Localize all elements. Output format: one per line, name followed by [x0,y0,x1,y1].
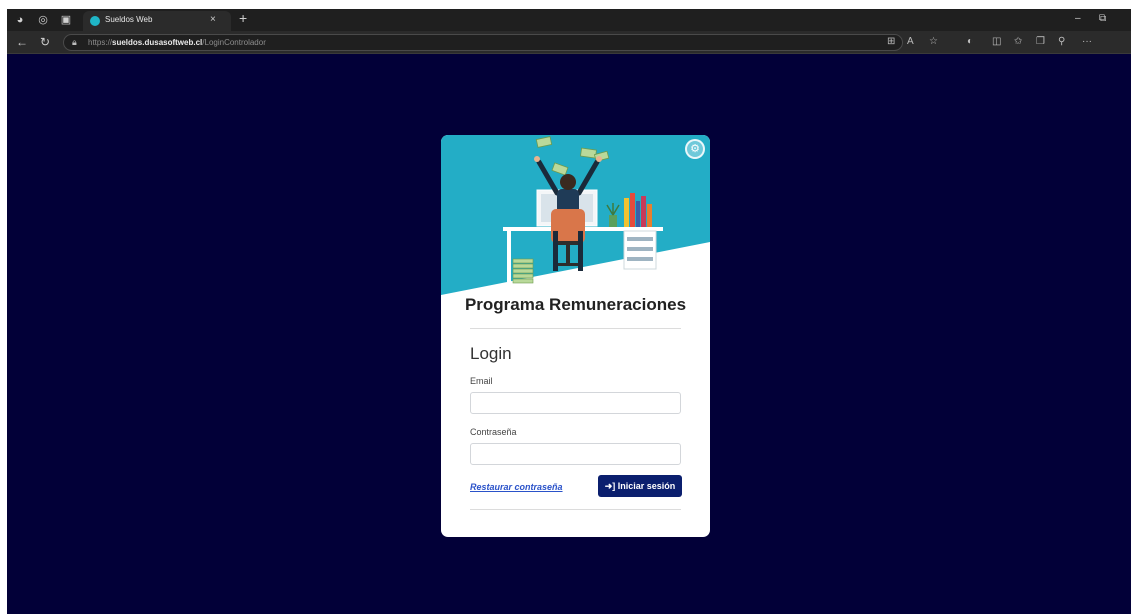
password-label: Contraseña [470,427,517,437]
login-heading: Login [470,344,512,363]
settings-gear-icon[interactable]: ⚙ [685,139,705,159]
tab-close-button[interactable]: × [210,14,216,25]
footer-divider [470,509,681,510]
tab-actions-icon[interactable]: ▣ [59,13,73,27]
email-field[interactable] [470,392,681,414]
sign-in-icon: ➜] [604,481,616,491]
minimize-button[interactable]: – [1075,13,1081,24]
url-host: sueldos.dusasoftweb.cl [112,38,203,47]
title-divider [470,328,681,329]
url-text: https://sueldos.dusasoftweb.cl/LoginCont… [88,38,266,47]
favorite-star-icon[interactable]: ☆ [929,36,938,47]
address-bar: ← ↻ 🔒︎ https://sueldos.dusasoftweb.cl/Lo… [7,31,1131,54]
workspaces-icon[interactable]: ◎ [36,13,50,27]
restore-button[interactable]: ⧉ [1099,13,1106,24]
more-menu-icon[interactable]: ··· [1082,36,1092,47]
url-field[interactable]: 🔒︎ https://sueldos.dusasoftweb.cl/LoginC… [63,34,903,51]
email-label: Email [470,376,493,386]
copilot-icon[interactable]: ◐ [967,36,973,47]
login-button[interactable]: ➜] Iniciar sesión [598,475,682,497]
new-tab-button[interactable]: + [239,10,247,26]
read-aloud-icon[interactable]: A [907,36,914,47]
profile-icon[interactable]: ◕ [13,13,27,27]
collections-icon[interactable]: ❐ [1036,36,1045,47]
split-screen-icon[interactable]: ◫ [992,36,1001,47]
lock-icon[interactable]: 🔒︎ [72,37,77,48]
app-title: Programa Remuneraciones [464,295,687,314]
tab-title: Sueldos Web [105,15,153,24]
login-card: ⚙ Programa Remuneraciones Login Email Co… [441,135,710,537]
url-scheme: https:// [88,38,113,47]
restore-password-link[interactable]: Restaurar contraseña [470,482,563,492]
url-path: /LoginControlador [202,38,266,47]
hero-illustration [441,135,710,295]
login-button-label: Iniciar sesión [617,481,676,491]
extensions-icon[interactable]: ⚲ [1058,36,1065,47]
favorites-icon[interactable]: ✩ [1014,36,1022,47]
favicon-icon [90,16,100,26]
back-arrow-icon[interactable]: ← [16,35,28,49]
tab-strip: ◕ ◎ ▣ Sueldos Web × + – ⧉ [7,9,1131,31]
grid-icon[interactable]: ⊞ [887,36,895,47]
refresh-icon[interactable]: ↻ [40,35,50,49]
tab-sueldos-web[interactable]: Sueldos Web × [83,11,231,31]
password-field[interactable] [470,443,681,465]
browser-window: ◕ ◎ ▣ Sueldos Web × + – ⧉ ← ↻ 🔒︎ https:/… [7,9,1131,614]
